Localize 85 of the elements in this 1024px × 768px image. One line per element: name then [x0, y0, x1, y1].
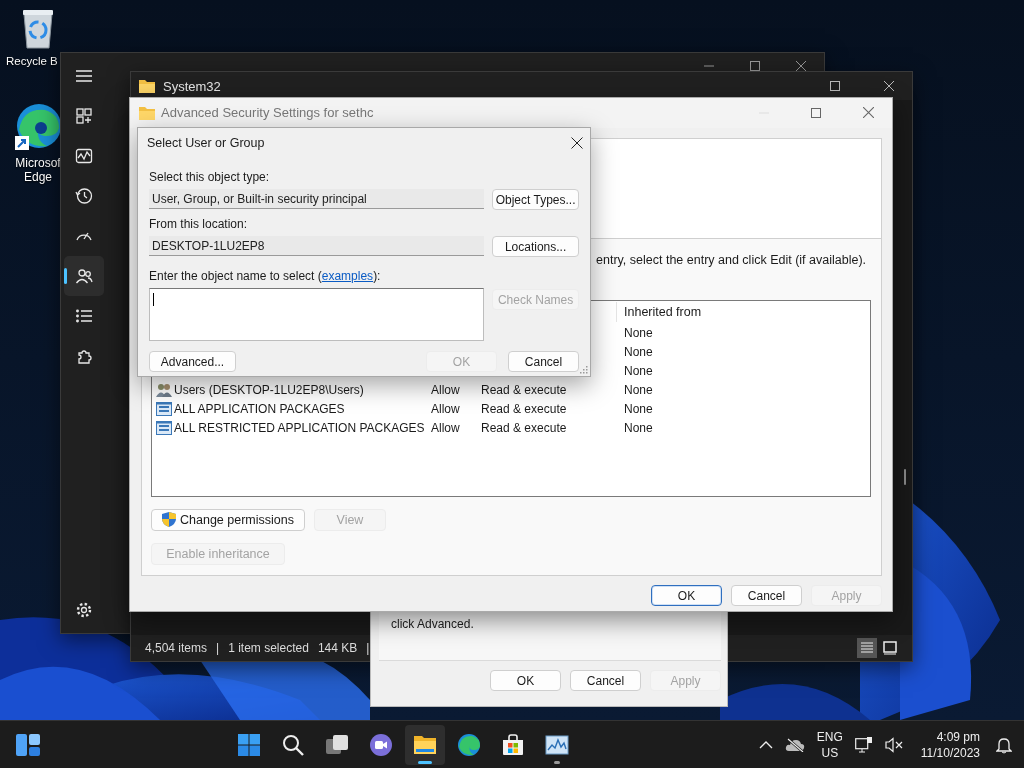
status-text: 4,504 items — [145, 641, 208, 655]
bell-icon[interactable] — [996, 735, 1012, 754]
language-indicator[interactable]: ENG US — [816, 728, 843, 761]
settings-icon — [75, 601, 93, 619]
action-button[interactable]: Change permissions — [151, 508, 305, 531]
chart-window-icon — [545, 732, 570, 757]
users-icon — [156, 382, 172, 399]
desktop-icon-label: Recycle B — [6, 54, 58, 68]
search-icon — [281, 732, 306, 757]
window-title: System32 — [163, 78, 221, 94]
dialog-button[interactable]: Object Types... — [492, 189, 579, 210]
instruction-text: entry, select the entry and click Edit (if available). — [596, 252, 867, 267]
table-cell: None — [624, 364, 653, 379]
tile-icon — [883, 641, 897, 655]
status-text: 144 KB — [317, 641, 358, 655]
close-icon[interactable] — [796, 61, 806, 71]
advanced-button[interactable]: Advanced... — [149, 351, 236, 372]
list-icon — [75, 307, 93, 325]
status-text: 1 item selected — [228, 641, 309, 655]
readonly-field: User, Group, or Built-in security principal — [149, 189, 485, 209]
task-view-icon — [325, 732, 350, 757]
desktop-icon-label: Microsof Edge — [15, 156, 61, 184]
scrollbar[interactable] — [904, 469, 906, 485]
grid-icon — [75, 107, 93, 125]
shield-icon — [162, 512, 176, 528]
status-text: | — [366, 641, 370, 655]
object-name-field[interactable] — [149, 288, 485, 341]
volume-muted-icon[interactable] — [884, 736, 903, 753]
table-cell: None — [624, 326, 653, 341]
dialog-button[interactable]: Cancel — [570, 670, 641, 691]
examples-link[interactable]: examples — [321, 269, 374, 283]
list-icon — [860, 641, 874, 655]
recycle-bin-icon[interactable] — [21, 8, 55, 50]
table-cell: Read & execute — [481, 383, 567, 398]
readonly-field: DESKTOP-1LU2EP8 — [149, 236, 485, 256]
field-label: Enter the object name to select (examples): — [149, 269, 382, 283]
chevron-up-icon[interactable] — [758, 740, 773, 749]
table-cell: None — [624, 402, 653, 417]
maximize-icon[interactable] — [750, 61, 760, 71]
package-icon — [156, 401, 172, 418]
resize-grip-icon[interactable] — [580, 366, 588, 374]
table-cell: Users (DESKTOP-1LU2EP8\Users) — [174, 383, 364, 398]
dialog-button[interactable]: Cancel — [508, 351, 579, 372]
table-cell: Allow — [431, 402, 460, 417]
browser-icon — [457, 732, 482, 757]
network-icon[interactable] — [854, 736, 873, 753]
dialog-button[interactable]: OK — [490, 670, 561, 691]
table-cell: Read & execute — [481, 421, 567, 436]
column-header[interactable]: Inherited from — [624, 305, 702, 320]
start-icon — [237, 732, 262, 757]
table-cell: None — [624, 421, 653, 436]
store-bag-icon — [501, 732, 526, 757]
table-cell: None — [624, 345, 653, 360]
field-label: From this location: — [149, 217, 249, 231]
close-icon[interactable] — [571, 137, 583, 149]
view-button[interactable] — [880, 638, 900, 658]
menu-icon — [75, 67, 93, 85]
nav-item[interactable] — [64, 256, 104, 296]
table-cell: ALL APPLICATION PACKAGES — [174, 402, 345, 417]
table-cell: Allow — [431, 383, 460, 398]
package-icon — [156, 420, 172, 437]
dialog-button[interactable]: Cancel — [731, 585, 802, 606]
dialog-button[interactable]: Locations... — [492, 236, 579, 257]
cloud-off-icon[interactable] — [784, 737, 805, 752]
folder-icon — [139, 79, 155, 93]
instruction-text: click Advanced. — [391, 617, 474, 631]
browser-icon[interactable] — [13, 102, 63, 152]
window-title: Advanced Security Settings for sethc — [161, 105, 374, 121]
history-icon — [75, 187, 93, 205]
widgets-icon — [16, 733, 40, 756]
status-text: | — [216, 641, 220, 655]
dialog-button[interactable]: OK — [651, 585, 722, 606]
taskbar-app[interactable] — [405, 724, 446, 765]
dialog-title: Select User or Group — [147, 136, 265, 150]
field-label: Select this object type: — [149, 170, 271, 184]
puzzle-icon — [75, 347, 93, 365]
users-icon — [75, 267, 93, 285]
folder-icon — [139, 105, 155, 120]
table-cell: None — [624, 383, 653, 398]
table-cell: ALL RESTRICTED APPLICATION PACKAGES — [174, 421, 425, 436]
table-cell: Allow — [431, 421, 460, 436]
chart-icon — [75, 147, 93, 165]
table-cell: Read & execute — [481, 402, 567, 417]
clock[interactable]: 4:09 pm 11/10/2023 — [920, 728, 980, 761]
video-chat-icon — [369, 732, 394, 757]
